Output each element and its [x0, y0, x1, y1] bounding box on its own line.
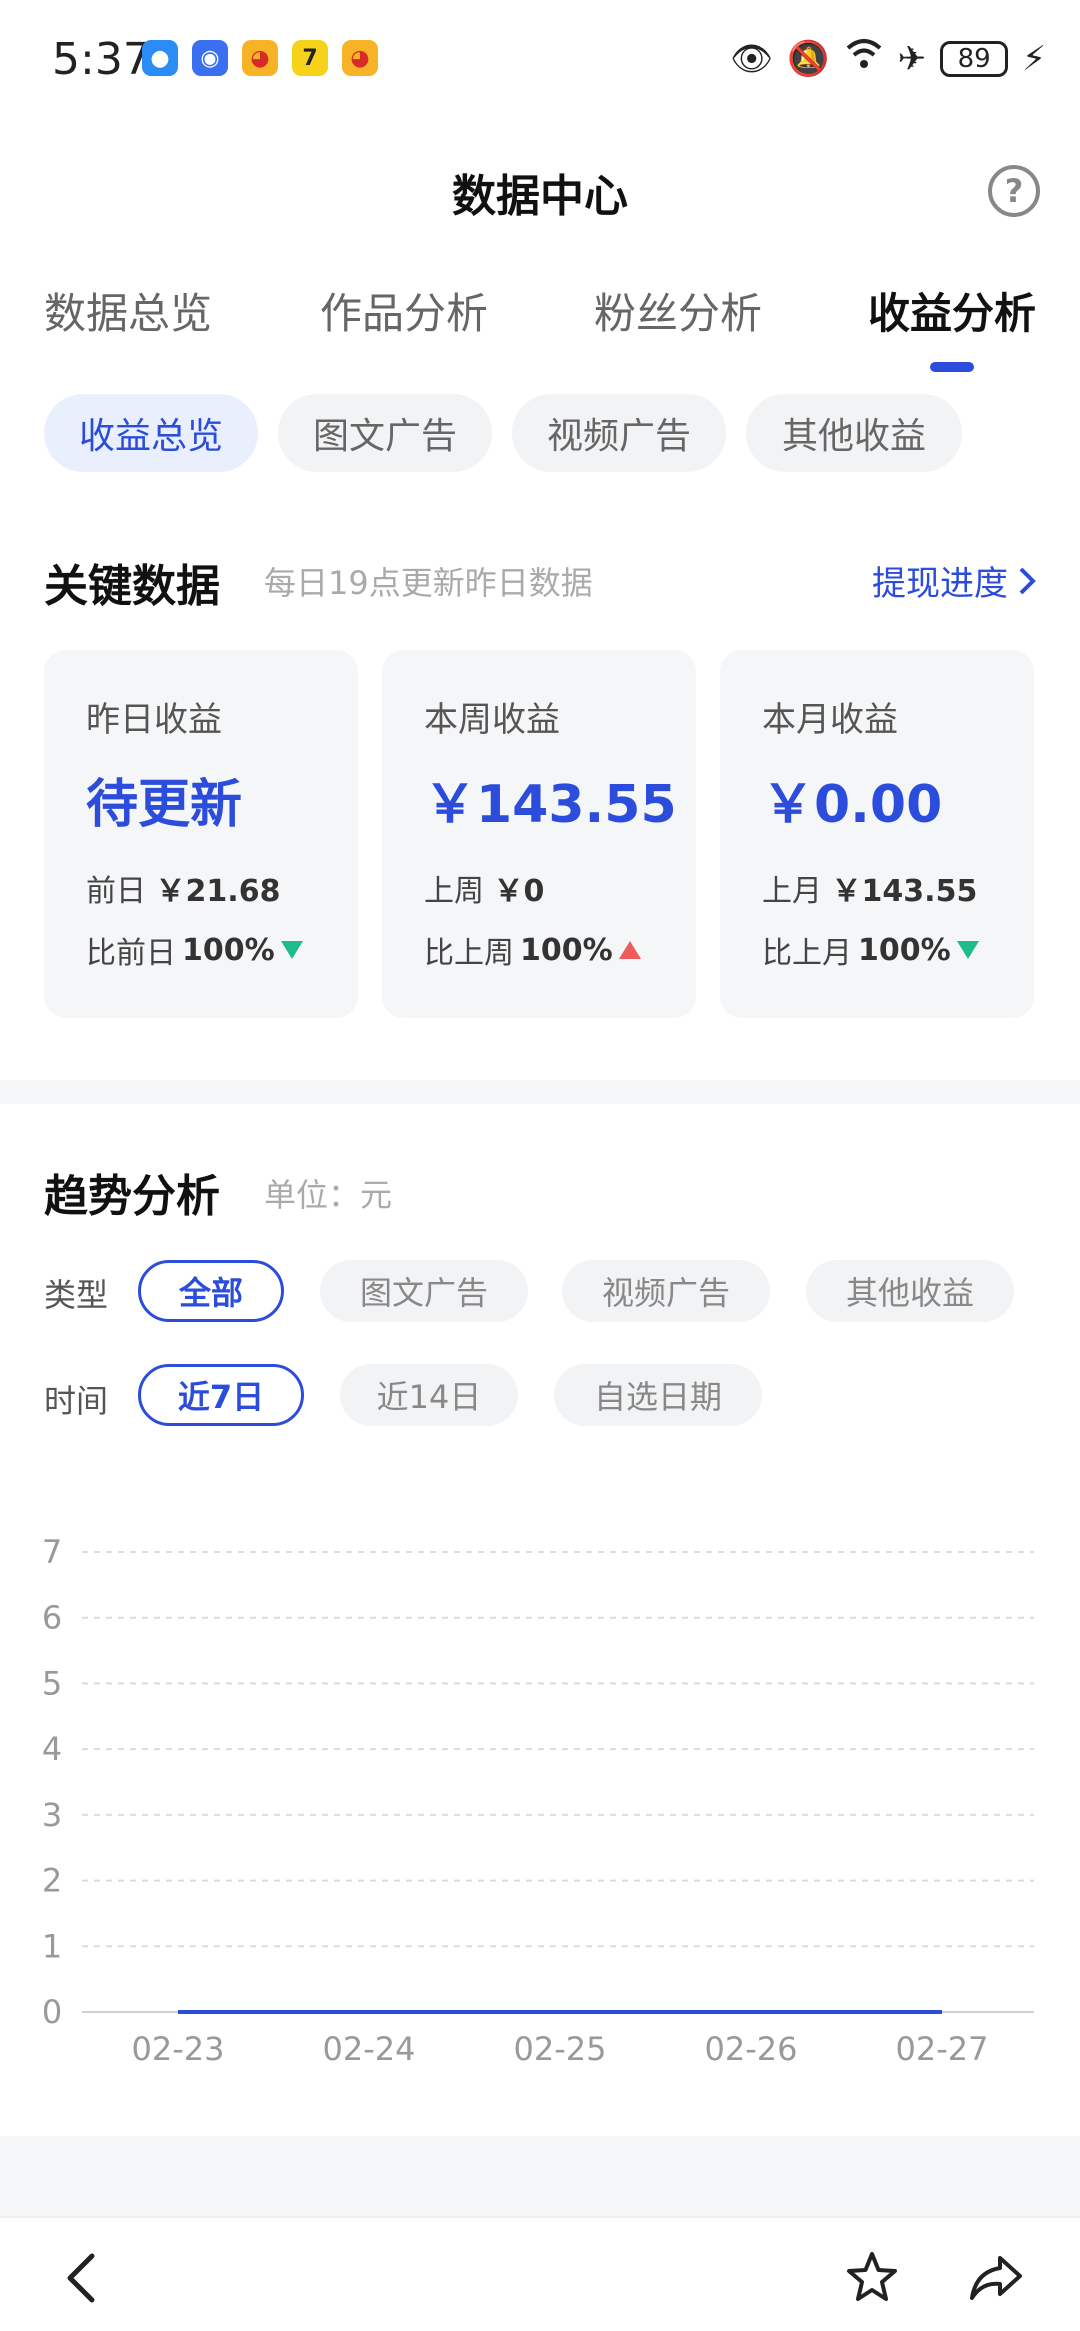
weibo-icon-2: ◕ — [342, 40, 378, 76]
help-icon[interactable]: ? — [988, 165, 1040, 217]
type-filter-label: 类型 — [44, 1276, 109, 1314]
type-chip-other-revenue[interactable]: 其他收益 — [806, 1260, 1014, 1322]
week-revenue-card[interactable]: 本周收益 ￥143.55 上周 ￥0 比上周 100% — [382, 650, 696, 1018]
section-divider — [0, 1080, 1080, 1104]
page: 5:37 ● ◉ ◕ 7 ◕ 👁 🔕 ✈ 89 ⚡ 数据中心 ? 数据总览 作品… — [0, 0, 1080, 2331]
card-label: 本周收益 — [424, 700, 560, 740]
status-bar: 5:37 ● ◉ ◕ 7 ◕ 👁 🔕 ✈ 89 ⚡ — [0, 0, 1080, 120]
bottom-spacer — [0, 2136, 1080, 2216]
type-chip-video-ads[interactable]: 视频广告 — [562, 1260, 770, 1322]
withdraw-progress-label: 提现进度 — [872, 564, 1008, 604]
time-chip-14-days[interactable]: 近14日 — [340, 1364, 518, 1426]
yesterday-revenue-card[interactable]: 昨日收益 待更新 前日 ￥21.68 比前日 100% — [44, 650, 358, 1018]
card-previous: 上月 ￥143.55 — [762, 874, 978, 909]
tab-works-analysis[interactable]: 作品分析 — [320, 280, 488, 341]
subtab-video-ads[interactable]: 视频广告 — [512, 394, 726, 472]
key-data-title: 关键数据 — [44, 561, 220, 612]
battery-icon: 89 — [940, 40, 1009, 77]
month-revenue-card[interactable]: 本月收益 ￥0.00 上月 ￥143.55 比上月 100% — [720, 650, 1034, 1018]
message-app-icon: ● — [142, 40, 178, 76]
wifi-icon — [844, 36, 884, 81]
chevron-right-icon — [1019, 567, 1036, 594]
bottom-nav — [0, 2216, 1080, 2331]
notification-icons: ● ◉ ◕ 7 ◕ — [142, 40, 378, 76]
subtab-image-text-ads[interactable]: 图文广告 — [278, 394, 492, 472]
time-chip-7-days[interactable]: 近7日 — [138, 1364, 304, 1426]
subtab-other-revenue[interactable]: 其他收益 — [746, 394, 962, 472]
y-tick-label: 2 — [42, 1862, 62, 1900]
guard-app-icon: ◉ — [192, 40, 228, 76]
y-tick-label: 1 — [42, 1927, 62, 1965]
card-value: ￥0.00 — [762, 775, 943, 835]
eye-icon: 👁 — [730, 38, 774, 79]
time-filter-label: 时间 — [44, 1382, 109, 1420]
back-arrow-icon[interactable] — [54, 2248, 114, 2308]
x-tick-label: 02-25 — [514, 2030, 607, 2068]
trend-down-icon — [956, 941, 979, 959]
seven-app-icon: 7 — [292, 40, 328, 76]
trend-chart: 0 1 2 3 4 5 6 7 02-23 02-24 02-25 02-26 02-27 — [42, 1533, 1034, 2068]
card-value: ￥143.55 — [424, 775, 677, 835]
x-tick-label: 02-27 — [896, 2030, 989, 2068]
weibo-icon: ◕ — [242, 40, 278, 76]
trend-up-icon — [618, 941, 641, 959]
share-icon[interactable] — [966, 2248, 1026, 2308]
card-value: 待更新 — [86, 775, 243, 835]
trend-down-icon — [280, 941, 303, 959]
trend-unit: 单位：元 — [264, 1176, 393, 1214]
key-data-note: 每日19点更新昨日数据 — [264, 564, 593, 602]
x-tick-label: 02-23 — [132, 2030, 225, 2068]
withdraw-progress-link[interactable]: 提现进度 — [872, 556, 1036, 605]
card-compare: 比前日 100% — [86, 928, 303, 972]
card-previous: 前日 ￥21.68 — [86, 874, 281, 909]
subtab-revenue-overview[interactable]: 收益总览 — [44, 394, 258, 472]
y-tick-label: 3 — [42, 1796, 62, 1834]
tab-data-overview[interactable]: 数据总览 — [44, 280, 212, 341]
main-tabs: 数据总览 作品分析 粉丝分析 收益分析 — [0, 280, 1080, 380]
x-tick-label: 02-24 — [323, 2030, 416, 2068]
active-tab-indicator — [930, 362, 974, 372]
type-chip-image-text-ads[interactable]: 图文广告 — [320, 1260, 528, 1322]
card-label: 昨日收益 — [86, 700, 222, 740]
y-tick-label: 4 — [42, 1730, 62, 1768]
type-chip-all[interactable]: 全部 — [138, 1260, 284, 1322]
card-label: 本月收益 — [762, 700, 898, 740]
system-icons: 👁 🔕 ✈ 89 ⚡ — [730, 36, 1046, 81]
y-tick-label: 5 — [42, 1664, 62, 1702]
charging-icon: ⚡ — [1022, 38, 1046, 79]
mute-bell-icon: 🔕 — [787, 38, 830, 79]
card-compare: 比上周 100% — [424, 928, 641, 972]
airplane-icon: ✈ — [897, 38, 927, 79]
x-tick-label: 02-26 — [705, 2030, 798, 2068]
y-tick-label: 6 — [42, 1599, 62, 1637]
y-tick-label: 0 — [42, 1993, 62, 2031]
card-previous: 上周 ￥0 — [424, 874, 545, 909]
y-tick-label: 7 — [42, 1533, 62, 1571]
card-compare: 比上月 100% — [762, 928, 979, 972]
star-icon[interactable] — [842, 2248, 902, 2308]
tab-revenue-analysis[interactable]: 收益分析 — [868, 280, 1036, 341]
time-chip-custom-date[interactable]: 自选日期 — [554, 1364, 762, 1426]
trend-title: 趋势分析 — [44, 1171, 220, 1222]
tab-fans-analysis[interactable]: 粉丝分析 — [594, 280, 762, 341]
status-time: 5:37 — [52, 34, 151, 85]
page-title: 数据中心 — [452, 171, 628, 222]
